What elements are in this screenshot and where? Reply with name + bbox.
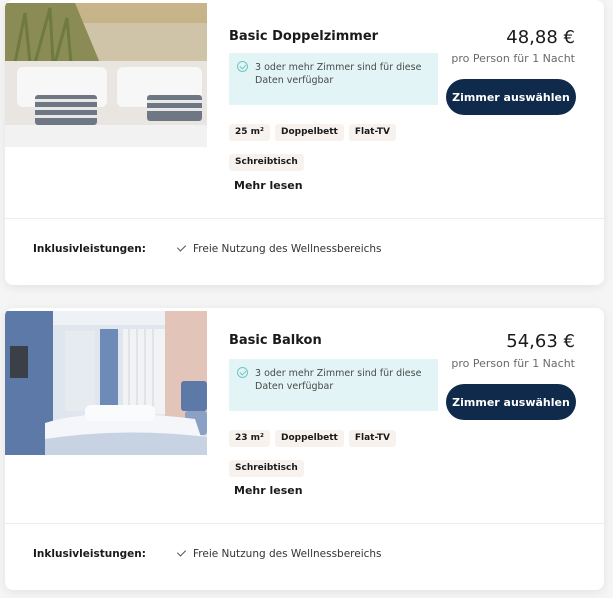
select-room-button[interactable]: Zimmer auswählen	[446, 79, 576, 115]
feature-tag: 25 m²	[229, 124, 270, 141]
checkmark-icon	[176, 547, 187, 557]
divider	[5, 218, 604, 219]
feature-tag: Doppelbett	[274, 430, 344, 447]
feature-tag: Doppelbett	[274, 124, 344, 141]
check-circle-icon	[237, 61, 248, 72]
inclusions-label: Inklusivleistungen:	[33, 548, 146, 560]
availability-text: 3 oder mehr Zimmer sind für diese Daten …	[255, 62, 422, 86]
availability-notice: 3 oder mehr Zimmer sind für diese Daten …	[229, 53, 438, 105]
price-note: pro Person für 1 Nacht	[451, 357, 575, 370]
inclusions-label: Inklusivleistungen:	[33, 243, 146, 255]
room-card: Basic Doppelzimmer 3 oder mehr Zimmer si…	[5, 0, 604, 285]
room-title: Basic Balkon	[229, 333, 322, 348]
room-photo[interactable]	[5, 3, 207, 147]
room-price: 48,88 €	[506, 27, 575, 48]
read-more-link[interactable]: Mehr lesen	[234, 179, 303, 192]
inclusion-text: Freie Nutzung des Wellnessbereichs	[193, 548, 382, 560]
feature-tag: Flat-TV	[348, 124, 397, 141]
divider	[5, 523, 604, 524]
room-features: 23 m² Doppelbett Flat-TV Schreibtisch	[229, 425, 429, 485]
checkmark-icon	[176, 242, 187, 252]
room-photo[interactable]	[5, 311, 207, 455]
room-title: Basic Doppelzimmer	[229, 29, 379, 44]
feature-tag: Flat-TV	[348, 430, 397, 447]
select-room-button[interactable]: Zimmer auswählen	[446, 384, 576, 420]
read-more-link[interactable]: Mehr lesen	[234, 484, 303, 497]
availability-text: 3 oder mehr Zimmer sind für diese Daten …	[255, 368, 422, 392]
inclusion-text: Freie Nutzung des Wellnessbereichs	[193, 243, 382, 255]
room-features: 25 m² Doppelbett Flat-TV Schreibtisch	[229, 119, 429, 179]
feature-tag: 23 m²	[229, 430, 270, 447]
inclusion-item: Freie Nutzung des Wellnessbereichs	[176, 242, 382, 255]
room-card: Basic Balkon 3 oder mehr Zimmer sind für…	[5, 308, 604, 590]
price-note: pro Person für 1 Nacht	[451, 52, 575, 65]
feature-tag: Schreibtisch	[229, 460, 304, 477]
inclusion-item: Freie Nutzung des Wellnessbereichs	[176, 547, 382, 560]
check-circle-icon	[237, 367, 248, 378]
room-price: 54,63 €	[506, 331, 575, 352]
availability-notice: 3 oder mehr Zimmer sind für diese Daten …	[229, 359, 438, 411]
feature-tag: Schreibtisch	[229, 154, 304, 171]
